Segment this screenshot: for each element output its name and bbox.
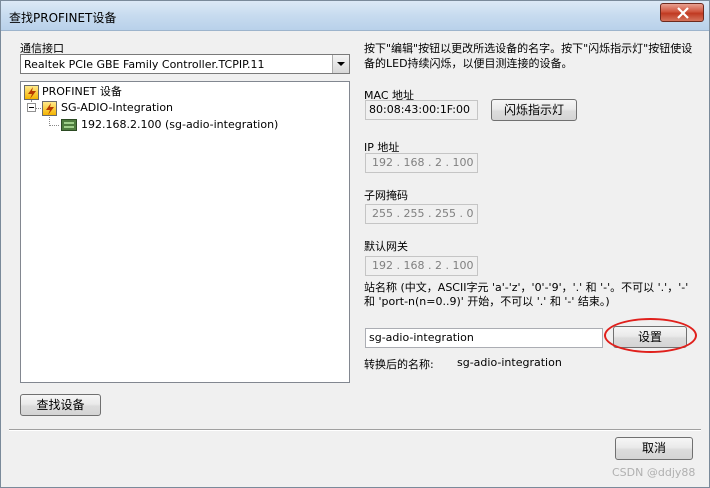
watermark: CSDN @ddjy88 xyxy=(612,466,696,479)
device-tree[interactable]: PROFINET 设备 SG-ADIO-Integration 192.168.… xyxy=(20,81,350,383)
tree-connector xyxy=(36,108,41,109)
search-devices-button[interactable]: 查找设备 xyxy=(20,394,101,416)
subnet-mask-field[interactable]: 255 . 255 . 255 . 0 xyxy=(365,204,478,224)
close-icon xyxy=(677,7,689,19)
station-name-rules: 站名称 (中文，ASCII字元 'a'-'z'，'0'-'9'，'.' 和 '-… xyxy=(364,281,689,308)
tree-device-label[interactable]: 192.168.2.100 (sg-adio-integration) xyxy=(81,117,278,133)
chevron-down-icon xyxy=(337,62,345,66)
tree-connector xyxy=(49,125,59,126)
subnet-label: 子网掩码 xyxy=(364,189,408,202)
station-name-input[interactable]: sg-adio-integration xyxy=(365,328,603,348)
tree-root-label[interactable]: PROFINET 设备 xyxy=(42,84,122,100)
ip-address-field[interactable]: 192 . 168 . 2 . 100 xyxy=(365,153,478,173)
title-bar[interactable]: 查找PROFINET设备 xyxy=(1,1,709,31)
network-device-icon xyxy=(61,119,77,131)
dialog-body: 通信接口 Realtek PCIe GBE Family Controller.… xyxy=(9,31,701,481)
interface-select[interactable]: Realtek PCIe GBE Family Controller.TCPIP… xyxy=(20,54,350,74)
mac-field: 80:08:43:00:1F:00 xyxy=(365,100,478,120)
tree-group-label[interactable]: SG-ADIO-Integration xyxy=(61,100,173,116)
flash-led-button[interactable]: 闪烁指示灯 xyxy=(491,99,577,121)
highlight-annotation xyxy=(604,318,697,353)
window-title: 查找PROFINET设备 xyxy=(9,11,117,25)
footer-divider xyxy=(9,429,701,431)
cancel-button[interactable]: 取消 xyxy=(615,437,693,460)
collapse-toggle[interactable] xyxy=(27,103,36,112)
find-profinet-device-dialog: 查找PROFINET设备 通信接口 Realtek PCIe GBE Famil… xyxy=(0,0,710,488)
profinet-group-icon xyxy=(42,101,57,116)
converted-name-value: sg-adio-integration xyxy=(457,356,562,369)
interface-selected-value: Realtek PCIe GBE Family Controller.TCPIP… xyxy=(24,58,265,71)
close-button[interactable] xyxy=(660,3,704,22)
gateway-field[interactable]: 192 . 168 . 2 . 100 xyxy=(365,256,478,276)
converted-name-label: 转换后的名称: xyxy=(364,358,434,371)
gateway-label: 默认网关 xyxy=(364,240,408,253)
help-text: 按下"编辑"按钮以更改所选设备的名字。按下"闪烁指示灯"按钮使设备的LED持续闪… xyxy=(364,42,693,70)
dropdown-arrow[interactable] xyxy=(332,55,349,73)
profinet-icon xyxy=(24,85,39,100)
